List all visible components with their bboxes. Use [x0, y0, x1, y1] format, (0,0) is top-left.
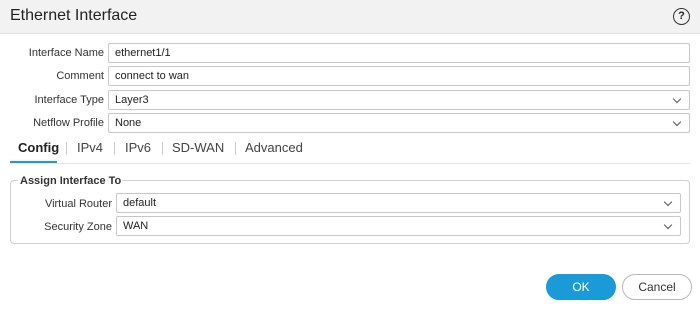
- tab-advanced[interactable]: Advanced: [245, 140, 303, 155]
- interface-type-select[interactable]: Layer3: [108, 90, 690, 110]
- interface-name-field[interactable]: ethernet1/1: [108, 43, 690, 63]
- dialog-title: Ethernet Interface: [10, 7, 138, 24]
- chevron-down-icon: [663, 197, 673, 207]
- comment-field[interactable]: connect to wan: [108, 66, 690, 86]
- chevron-down-icon: [663, 220, 673, 230]
- tab-separator: [114, 142, 115, 155]
- security-zone-label: Security Zone: [44, 221, 112, 233]
- interface-type-label: Interface Type: [34, 94, 104, 106]
- tab-config[interactable]: Config: [18, 140, 59, 155]
- tab-sd-wan[interactable]: SD-WAN: [172, 140, 224, 155]
- chevron-down-icon: [672, 94, 682, 104]
- tab-divider: [10, 163, 690, 164]
- netflow-profile-select[interactable]: None: [108, 113, 690, 133]
- tab-separator: [235, 142, 236, 155]
- virtual-router-select[interactable]: default: [116, 193, 681, 213]
- tab-separator: [162, 142, 163, 155]
- netflow-profile-value: None: [115, 117, 142, 129]
- security-zone-select[interactable]: WAN: [116, 216, 681, 236]
- tab-separator: [66, 142, 67, 155]
- virtual-router-value: default: [123, 197, 157, 209]
- help-icon[interactable]: ?: [673, 8, 690, 25]
- netflow-profile-label: Netflow Profile: [33, 117, 104, 129]
- interface-name-value: ethernet1/1: [115, 47, 171, 59]
- virtual-router-label: Virtual Router: [44, 198, 112, 210]
- interface-type-value: Layer3: [115, 94, 149, 106]
- chevron-down-icon: [672, 117, 682, 127]
- tab-ipv6[interactable]: IPv6: [125, 140, 151, 155]
- security-zone-value: WAN: [123, 220, 149, 232]
- comment-value: connect to wan: [115, 70, 189, 82]
- comment-label: Comment: [56, 70, 104, 82]
- interface-name-label: Interface Name: [28, 47, 104, 59]
- assign-interface-legend: Assign Interface To: [18, 175, 124, 187]
- tab-ipv4[interactable]: IPv4: [77, 140, 103, 155]
- ok-button[interactable]: OK: [546, 274, 616, 300]
- dialog-titlebar: Ethernet Interface ?: [0, 0, 700, 34]
- cancel-button[interactable]: Cancel: [622, 274, 692, 300]
